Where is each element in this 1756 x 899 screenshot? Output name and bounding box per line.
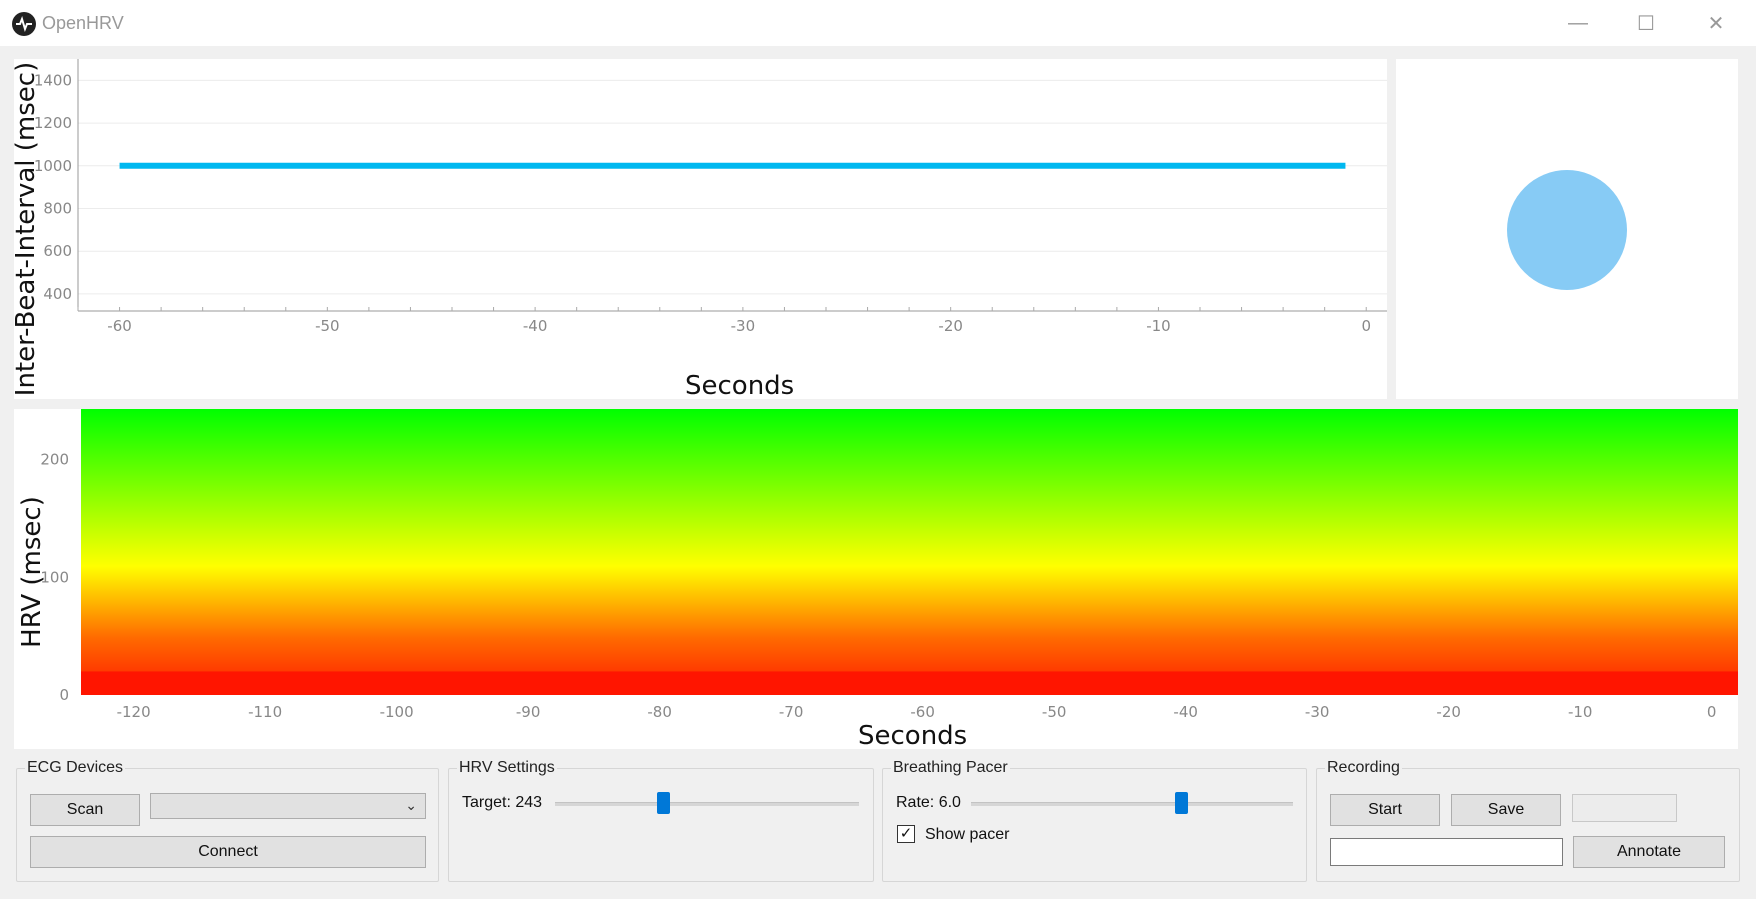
hrv-x-tick-label: -90: [516, 703, 541, 721]
ibi-chart-panel: Inter-Beat-Interval (msec) Seconds 1400 1…: [11, 59, 1387, 401]
rate-label: Rate: 6.0: [896, 794, 961, 811]
title-bar: OpenHRV — ☐ ✕: [0, 0, 1756, 46]
ibi-y-tick-label: 800: [43, 199, 72, 217]
breathing-pacer-group: Breathing Pacer Rate: 6.0 ✓ Show pacer: [882, 759, 1307, 882]
hrv-x-axis-label: Seconds: [858, 721, 968, 751]
close-button[interactable]: ✕: [1696, 8, 1736, 38]
hrv-x-tick-label: -80: [647, 703, 672, 721]
recording-group: Recording Start Save Annotate: [1316, 759, 1740, 882]
hrv-x-tick-label: -20: [1436, 703, 1461, 721]
hrv-x-tick-label: -30: [1305, 703, 1330, 721]
recording-title: Recording: [1325, 759, 1402, 777]
target-label: Target: 243: [462, 794, 543, 811]
hrv-settings-group: HRV Settings Target: 243: [448, 759, 874, 882]
hrv-x-tick-label: -120: [117, 703, 151, 721]
hrv-target-gradient: [81, 409, 1738, 695]
hrv-series-area: [81, 671, 1738, 695]
rate-slider-track[interactable]: [971, 802, 1293, 806]
hrv-x-tick-label: -50: [1042, 703, 1067, 721]
device-select[interactable]: ⌄: [150, 793, 426, 819]
ibi-x-tick-label: -30: [731, 317, 756, 335]
window-title: OpenHRV: [42, 13, 124, 33]
hrv-y-tick-label: 0: [59, 686, 69, 704]
minimize-button[interactable]: —: [1558, 8, 1598, 38]
save-button[interactable]: Save: [1451, 794, 1561, 826]
checkmark-icon: ✓: [899, 825, 913, 842]
hrv-x-tick-label: -10: [1568, 703, 1593, 721]
ibi-x-tick-label: -20: [938, 317, 963, 335]
ibi-x-tick-label: -10: [1146, 317, 1171, 335]
pacer-circle: [1507, 170, 1627, 290]
ibi-y-tick-label: 400: [43, 285, 72, 303]
hrv-settings-title: HRV Settings: [457, 759, 557, 777]
chevron-down-icon: ⌄: [405, 797, 417, 813]
ecg-devices-title: ECG Devices: [25, 759, 126, 777]
hrv-plot: 2001000-120 -110 -100 -90 -80 -70 -60 -50 -40 -30…: [40, 409, 1738, 721]
hrv-x-tick-label: -100: [380, 703, 414, 721]
annotation-input[interactable]: [1330, 838, 1563, 866]
hrv-x-tick-label: -40: [1173, 703, 1198, 721]
ibi-y-tick-label: 1400: [34, 71, 72, 89]
ibi-x-tick-label: -60: [107, 317, 132, 335]
hrv-y-tick-label: 100: [40, 568, 69, 586]
ibi-x-tick-label: 0: [1361, 317, 1371, 335]
target-slider-track[interactable]: [555, 802, 859, 806]
hrv-x-tick-label: -60: [910, 703, 935, 721]
hrv-x-tick-label: 0: [1707, 703, 1717, 721]
maximize-button[interactable]: ☐: [1626, 8, 1666, 38]
disabled-button[interactable]: [1572, 794, 1677, 822]
connect-button[interactable]: Connect: [30, 836, 426, 868]
rate-slider-handle[interactable]: [1175, 792, 1188, 814]
scan-button[interactable]: Scan: [30, 794, 140, 826]
start-button[interactable]: Start: [1330, 794, 1440, 826]
ibi-x-tick-label: -50: [315, 317, 340, 335]
ibi-x-axis-label: Seconds: [685, 371, 795, 401]
ibi-y-tick-label: 1200: [34, 114, 72, 132]
hrv-x-tick-label: -70: [779, 703, 804, 721]
ibi-y-tick-label: 600: [43, 242, 72, 260]
app-window: OpenHRV — ☐ ✕ Inter-Beat-Interval (msec)…: [0, 0, 1756, 899]
ibi-x-tick-label: -40: [523, 317, 548, 335]
hrv-chart-panel: HRV (msec) Seconds 200 100 0 -120 -110 -100 -9…: [14, 409, 1738, 751]
show-pacer-label: Show pacer: [925, 826, 1010, 843]
ibi-y-tick-label: 1000: [34, 157, 72, 175]
ecg-devices-group: ECG Devices Scan ⌄ Connect: [16, 759, 439, 882]
app-heartbeat-icon: [12, 12, 36, 36]
breathing-pacer-title: Breathing Pacer: [891, 759, 1010, 777]
annotate-button[interactable]: Annotate: [1573, 836, 1725, 868]
ibi-plot: 1400 1200 1000 800 600 400 -60 -50 -40 -30 -20 -10 0: [34, 59, 1387, 335]
show-pacer-checkbox[interactable]: ✓: [897, 825, 915, 843]
pacer-panel: [1396, 59, 1738, 399]
target-slider-handle[interactable]: [657, 792, 670, 814]
hrv-x-tick-label: -110: [248, 703, 282, 721]
hrv-y-tick-label: 200: [40, 451, 69, 469]
